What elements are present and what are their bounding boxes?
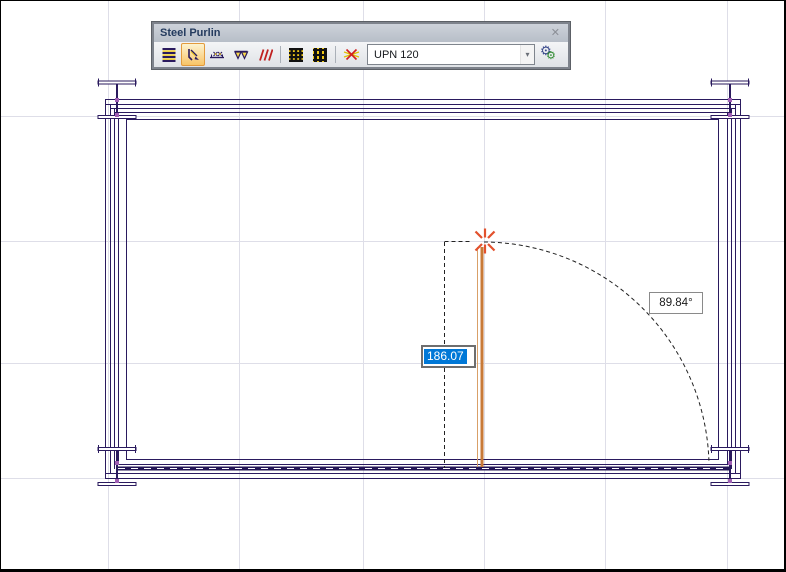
rubber-band-line	[478, 247, 483, 467]
profile-dropdown[interactable]: UPN 120 ▾	[367, 44, 535, 65]
snap-cross-button[interactable]	[339, 43, 363, 66]
mesh-coarse-icon	[312, 47, 328, 63]
dimension-input[interactable]: 186.07	[421, 345, 476, 368]
chevron-down-icon[interactable]: ▾	[520, 45, 534, 64]
purlin-array-icon	[161, 47, 177, 63]
truss-web-icon	[233, 47, 249, 63]
truss-web-button[interactable]	[229, 43, 253, 66]
profile-dropdown-value: UPN 120	[368, 49, 520, 61]
dimension-selected-text: 186.07	[424, 349, 467, 364]
create-purlin-button[interactable]	[181, 43, 205, 66]
toolbar-separator	[335, 46, 336, 63]
diagonal-members-icon	[257, 47, 273, 63]
mesh-dense-button[interactable]	[284, 43, 308, 66]
purlin-span-icon	[209, 47, 225, 63]
snap-handles	[115, 98, 732, 483]
gear-icon: ⚙	[546, 49, 556, 62]
drawing-canvas[interactable]	[1, 1, 786, 572]
purlin-array-button[interactable]	[157, 43, 181, 66]
toolbar-separator	[280, 46, 281, 63]
snap-cross-icon	[343, 46, 360, 63]
steel-purlin-toolbar: Steel Purlin ✕	[152, 22, 570, 69]
mesh-dense-icon	[288, 47, 304, 63]
toolbar-titlebar[interactable]: Steel Purlin ✕	[154, 24, 568, 42]
angle-readout: 89.84°	[649, 292, 703, 314]
close-icon[interactable]: ✕	[549, 28, 562, 39]
create-purlin-icon	[185, 47, 201, 63]
toolbar-icon-row: UPN 120 ▾ ⚙ ⚙	[154, 42, 568, 67]
diagonal-members-button[interactable]	[253, 43, 277, 66]
purlin-span-button[interactable]	[205, 43, 229, 66]
application-window: Steel Purlin ✕	[0, 0, 786, 572]
frame-beams	[105, 99, 741, 479]
corner-columns	[98, 79, 749, 486]
angle-arc	[484, 242, 709, 461]
mesh-coarse-button[interactable]	[308, 43, 332, 66]
autodefaults-gears-button[interactable]: ⚙ ⚙	[540, 45, 560, 65]
toolbar-title: Steel Purlin	[160, 27, 549, 39]
